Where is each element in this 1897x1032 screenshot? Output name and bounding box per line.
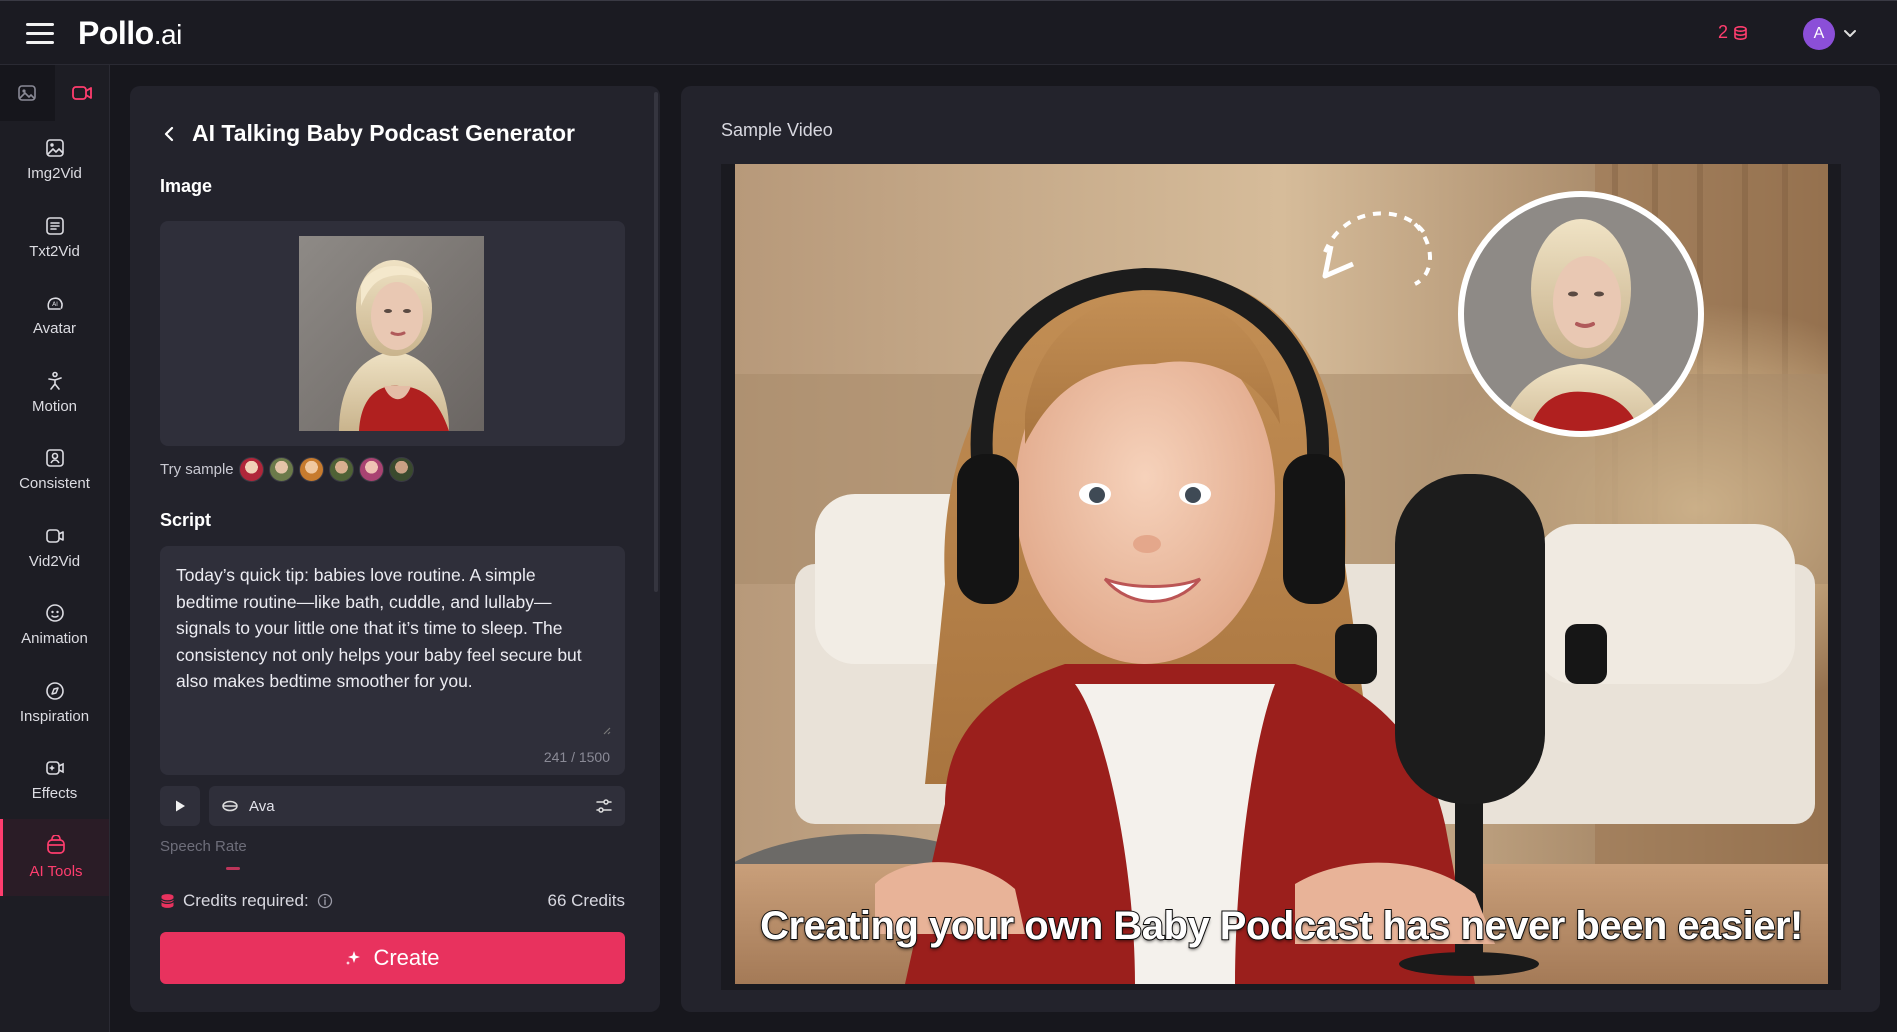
sample-thumbnail[interactable] xyxy=(358,457,384,482)
sidebar-item-label: Vid2Vid xyxy=(28,552,81,570)
menu-icon[interactable] xyxy=(26,23,54,45)
sample-thumbnail[interactable] xyxy=(238,457,264,482)
speech-rate-label: Speech Rate xyxy=(160,838,247,855)
image-to-video-icon xyxy=(45,139,64,158)
selected-voice: Ava xyxy=(249,797,275,815)
voice-selector[interactable]: Ava xyxy=(209,786,625,826)
video-caption: Creating your own Baby Podcast has never… xyxy=(759,903,1804,949)
sidebar-item-label: Img2Vid xyxy=(27,165,82,183)
script-text[interactable]: Today’s quick tip: babies love routine. … xyxy=(176,562,596,695)
sidebar-item-label: Effects xyxy=(31,785,78,803)
top-bar: Pollo.ai 2 A xyxy=(0,0,1897,65)
generator-form-panel: AI Talking Baby Podcast Generator Image xyxy=(130,86,660,1012)
avatar-icon: AI xyxy=(46,297,63,311)
logo-suffix: .ai xyxy=(153,19,183,50)
video-camera-icon xyxy=(71,86,92,100)
sidebar-item-ai-tools[interactable]: AI Tools xyxy=(0,818,109,896)
header-row: AI Talking Baby Podcast Generator xyxy=(160,120,575,147)
tab-video-mode[interactable] xyxy=(54,65,109,121)
sidebar-item-label: Animation xyxy=(21,630,88,648)
sample-video-label: Sample Video xyxy=(721,120,833,140)
video-frame: Creating your own Baby Podcast has never… xyxy=(721,164,1841,990)
tab-image-mode[interactable] xyxy=(0,65,55,121)
motion-icon xyxy=(47,371,62,390)
sidebar-item-vid2vid[interactable]: Vid2Vid xyxy=(0,509,109,587)
coin-stack-icon xyxy=(1734,25,1747,40)
sample-thumbnail[interactable] xyxy=(268,457,294,482)
sidebar-item-motion[interactable]: Motion xyxy=(0,354,109,432)
svg-text:AI: AI xyxy=(52,301,58,308)
coin-stack-icon xyxy=(160,894,175,908)
create-button[interactable]: Create xyxy=(160,932,625,984)
credits-count: 2 xyxy=(1718,22,1729,42)
sidebar-mode-tabs xyxy=(0,65,109,121)
sample-thumbnail[interactable] xyxy=(388,457,414,482)
sidebar-item-animation[interactable]: Animation xyxy=(0,586,109,664)
credits-required-label: Credits required: xyxy=(183,891,309,910)
image-section-label: Image xyxy=(160,176,213,196)
sparkle-icon xyxy=(346,951,361,965)
image-icon xyxy=(18,85,37,101)
chevron-down-icon[interactable] xyxy=(1842,25,1858,41)
sidebar-item-label: AI Tools xyxy=(29,862,83,880)
character-count: 241 / 1500 xyxy=(543,749,610,765)
credits-required-value: 66 Credits xyxy=(547,891,625,910)
sidebar-item-label: Consistent xyxy=(19,475,90,493)
sidebar-item-label: Txt2Vid xyxy=(29,242,80,260)
sidebar-item-avatar[interactable]: AI Avatar xyxy=(0,276,109,354)
effects-icon xyxy=(45,761,64,776)
sample-thumbnail[interactable] xyxy=(298,457,324,482)
logo[interactable]: Pollo.ai xyxy=(78,15,182,52)
back-chevron-icon[interactable] xyxy=(160,125,178,143)
sidebar-item-label: Motion xyxy=(31,397,78,415)
sliders-icon[interactable] xyxy=(595,798,613,814)
resize-handle-icon[interactable] xyxy=(601,725,611,735)
sidebar-item-consistent[interactable]: Consistent xyxy=(0,431,109,509)
user-avatar[interactable]: A xyxy=(1803,18,1835,50)
script-section-label: Script xyxy=(160,510,212,530)
sample-video-panel: Sample Video Creating your own Baby Podc… xyxy=(681,86,1880,1012)
sidebar-item-inspiration[interactable]: Inspiration xyxy=(0,664,109,742)
script-textarea[interactable]: Today’s quick tip: babies love routine. … xyxy=(160,546,625,775)
uploaded-portrait-image xyxy=(299,236,484,431)
page-title: AI Talking Baby Podcast Generator xyxy=(192,120,576,146)
text-to-video-icon xyxy=(45,216,64,235)
sidebar-item-txt2vid[interactable]: Txt2Vid xyxy=(0,199,109,277)
play-icon xyxy=(176,800,185,812)
ai-tools-icon xyxy=(47,834,65,854)
voice-wave-icon xyxy=(222,800,238,812)
compass-icon xyxy=(45,681,64,700)
form-scrollbar[interactable] xyxy=(654,92,658,592)
sample-thumbnail[interactable] xyxy=(328,457,354,482)
image-upload-area[interactable] xyxy=(160,221,625,446)
try-sample-label: Try sample xyxy=(160,461,234,478)
sidebar-item-label: Inspiration xyxy=(19,707,90,725)
logo-text: Pollo xyxy=(78,15,154,51)
video-to-video-icon xyxy=(45,528,64,543)
sidebar-item-label: Avatar xyxy=(32,320,77,338)
voice-row: Ava xyxy=(160,786,625,826)
sidebar: Img2Vid Txt2Vid AI Avatar Motion Consist… xyxy=(0,65,110,1032)
create-button-label: Create xyxy=(373,945,440,970)
speech-rate-slider[interactable] xyxy=(226,867,240,870)
animation-icon xyxy=(45,604,64,623)
play-voice-button[interactable] xyxy=(160,786,200,826)
credits-balance[interactable]: 2 xyxy=(1718,22,1747,43)
sidebar-item-img2vid[interactable]: Img2Vid xyxy=(0,121,109,199)
info-icon[interactable] xyxy=(317,893,333,909)
credits-required-row: Credits required: 66 Credits xyxy=(160,891,625,911)
consistent-icon xyxy=(45,449,64,468)
try-sample-row: Try sample xyxy=(160,457,414,482)
sample-video-player[interactable]: Creating your own Baby Podcast has never… xyxy=(735,164,1828,984)
sidebar-item-effects[interactable]: Effects xyxy=(0,741,109,819)
video-still xyxy=(735,164,1828,984)
